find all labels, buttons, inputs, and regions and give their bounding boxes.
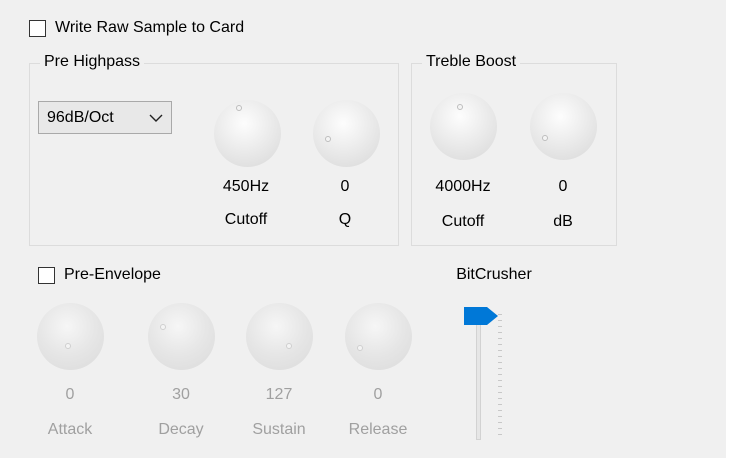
highpass-cutoff-value: 450Hz [222, 178, 270, 195]
bitcrusher-slider-track[interactable] [476, 314, 481, 440]
write-raw-sample-checkbox-box[interactable] [29, 19, 46, 37]
treble-db-knob[interactable] [530, 93, 597, 160]
treble-cutoff-label: Cutoff [441, 213, 485, 230]
decay-knob[interactable] [148, 303, 215, 370]
decay-label: Decay [158, 421, 204, 438]
chevron-down-icon [149, 114, 163, 122]
knob-indicator [286, 343, 292, 349]
highpass-cutoff-knob[interactable] [214, 100, 281, 167]
decay-value: 30 [172, 386, 190, 403]
highpass-cutoff-label: Cutoff [224, 211, 268, 228]
treble-db-label: dB [553, 213, 573, 230]
highpass-slope-dropdown[interactable]: 96dB/Oct [38, 101, 172, 134]
knob-indicator [542, 135, 548, 141]
pre-envelope-label: Pre-Envelope [64, 266, 161, 283]
highpass-q-label: Q [338, 211, 352, 228]
attack-label: Attack [47, 421, 93, 438]
treble-db-value: 0 [558, 178, 568, 195]
sustain-value: 127 [265, 386, 293, 403]
write-raw-sample-checkbox[interactable]: Write Raw Sample to Card [29, 19, 244, 37]
pre-highpass-title: Pre Highpass [40, 53, 145, 71]
knob-indicator [325, 136, 331, 142]
bitcrusher-slider-ticks [498, 314, 510, 438]
highpass-q-knob[interactable] [313, 100, 380, 167]
attack-value: 0 [65, 386, 75, 403]
highpass-slope-value: 96dB/Oct [47, 108, 114, 126]
pre-envelope-checkbox-box[interactable] [38, 266, 55, 284]
knob-indicator [65, 343, 71, 349]
release-knob[interactable] [345, 303, 412, 370]
knob-indicator [457, 104, 463, 110]
release-value: 0 [373, 386, 383, 403]
release-label: Release [348, 421, 408, 438]
bitcrusher-label: BitCrusher [456, 266, 532, 283]
treble-cutoff-value: 4000Hz [435, 178, 491, 195]
sustain-knob[interactable] [246, 303, 313, 370]
knob-indicator [236, 105, 242, 111]
knob-indicator [160, 324, 166, 330]
bitcrusher-slider-thumb[interactable] [463, 306, 499, 326]
treble-boost-title: Treble Boost [422, 53, 521, 71]
knob-indicator [357, 345, 363, 351]
pre-envelope-checkbox[interactable]: Pre-Envelope [38, 266, 161, 284]
highpass-q-value: 0 [340, 178, 350, 195]
treble-cutoff-knob[interactable] [430, 93, 497, 160]
sustain-label: Sustain [252, 421, 306, 438]
write-raw-sample-label: Write Raw Sample to Card [55, 19, 245, 36]
attack-knob[interactable] [37, 303, 104, 370]
